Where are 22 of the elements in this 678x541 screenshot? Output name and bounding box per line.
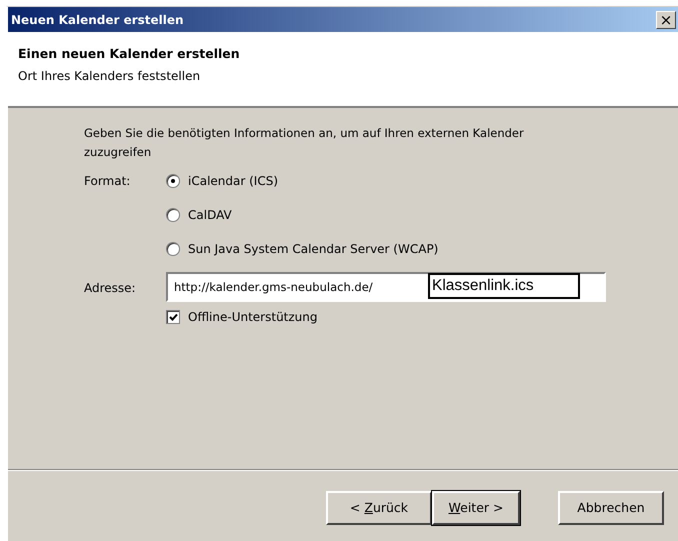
radio-button[interactable] xyxy=(166,242,180,256)
format-label: Format: xyxy=(84,173,132,190)
instruction-text: Geben Sie die benötigten Informationen an, um auf Ihren externen Kalender zuzugreifen xyxy=(84,125,525,161)
overlay-label: Klassenlink.ics xyxy=(428,273,580,299)
radio-button[interactable] xyxy=(166,208,180,222)
option-label: CalDAV xyxy=(188,208,232,222)
wizard-button[interactable]: Abbrechen xyxy=(558,490,664,524)
checkbox[interactable] xyxy=(166,310,180,324)
wizard-button[interactable]: Weiter > xyxy=(432,490,520,524)
wizard-button[interactable]: < Zurück xyxy=(326,490,432,524)
header-title: Einen neuen Kalender erstellen xyxy=(18,46,241,61)
option-label: iCalendar (ICS) xyxy=(188,174,278,188)
radio-button[interactable] xyxy=(166,174,180,188)
format-option[interactable]: Sun Java System Calendar Server (WCAP) xyxy=(166,240,438,258)
address-label: Adresse: xyxy=(84,280,137,295)
offline-label: Offline-Unterstützung xyxy=(188,310,318,324)
window-title: Neuen Kalender erstellen xyxy=(11,12,184,26)
close-button[interactable]: × xyxy=(656,10,676,28)
option-label: Sun Java System Calendar Server (WCAP) xyxy=(188,242,438,256)
format-option[interactable]: CalDAV xyxy=(166,206,438,224)
format-option[interactable]: iCalendar (ICS) xyxy=(166,172,438,190)
header-subtitle: Ort Ihres Kalenders feststellen xyxy=(18,69,202,83)
